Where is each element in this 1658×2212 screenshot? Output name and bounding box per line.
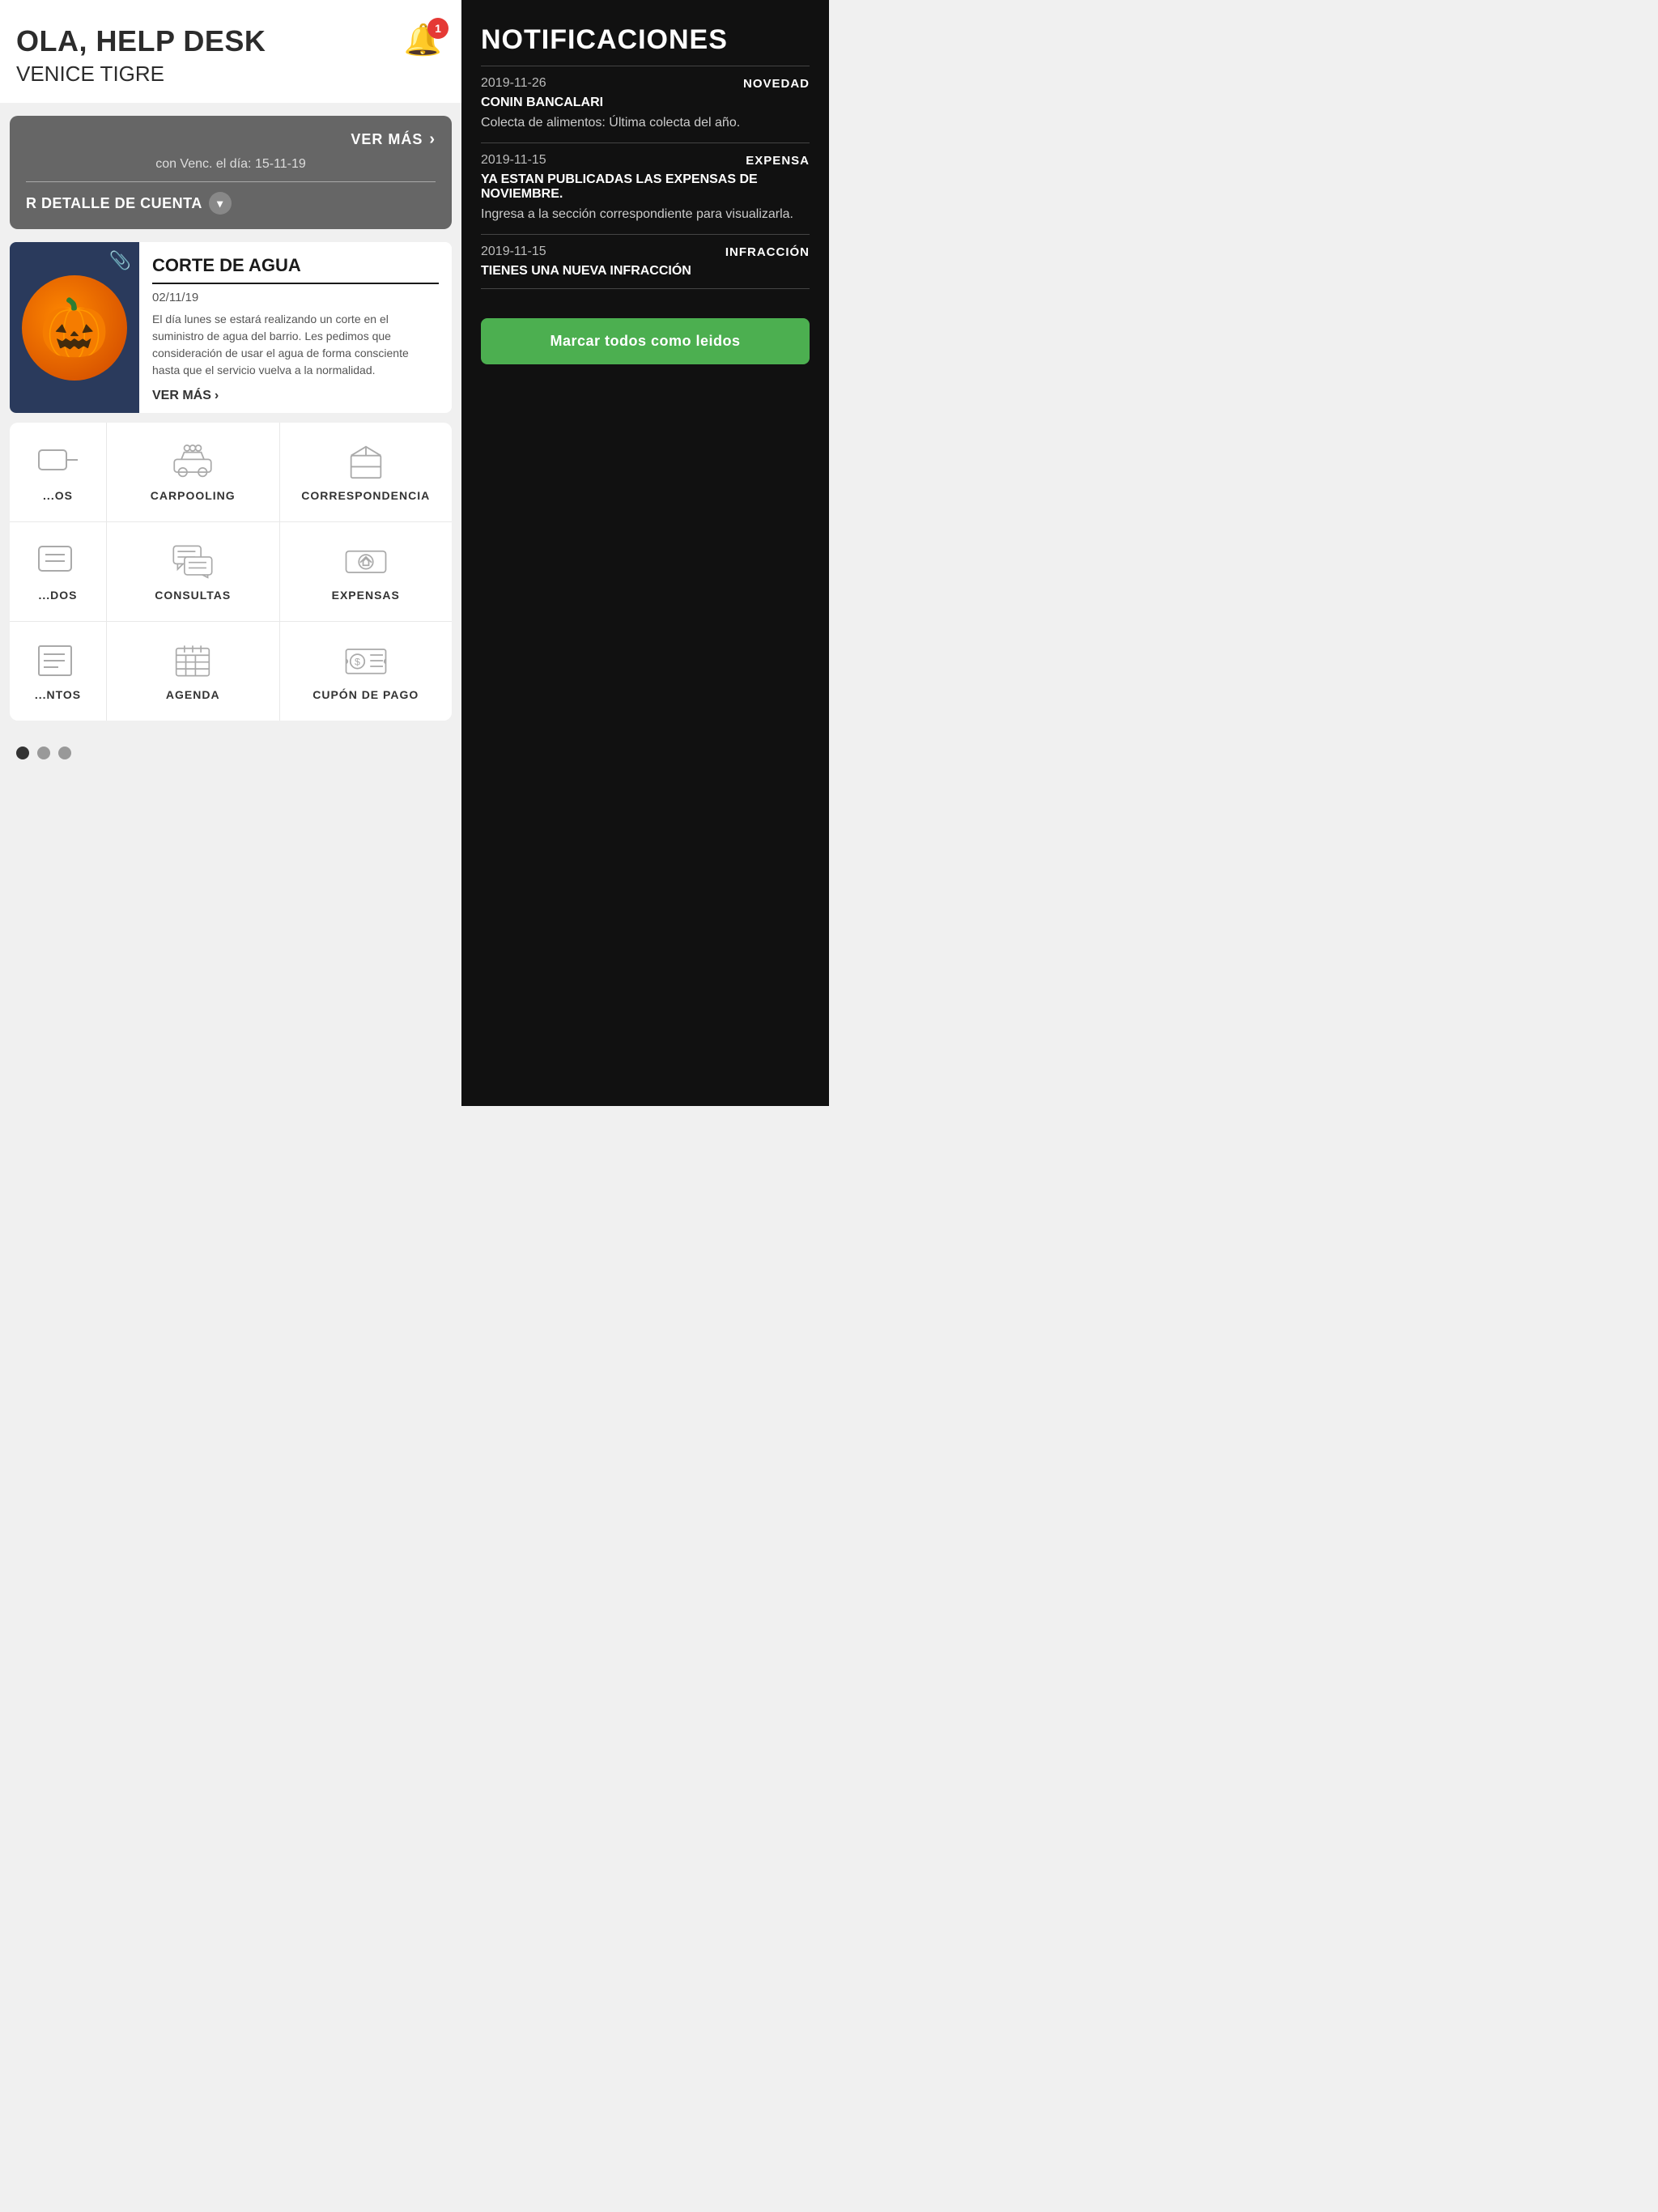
left-panel: OLA, HELP DESK VENICE TIGRE 🔔 1 VER MÁS … (0, 0, 461, 1106)
cupon-icon: $ (340, 641, 392, 680)
ver-mas-button[interactable]: VER MÁS › (26, 130, 436, 149)
grid-label-partial-2: ...DOS (38, 589, 77, 602)
svg-text:$: $ (355, 656, 360, 667)
expensas-icon (340, 542, 392, 581)
grid-label-expensas: EXPENSAS (332, 589, 400, 602)
consultas-icon (167, 542, 219, 581)
grid-label-correspondencia: CORRESPONDENCIA (301, 489, 430, 502)
carpooling-icon (167, 442, 219, 481)
venc-text: con Venc. el día: 15-11-19 (26, 157, 436, 172)
notif-sender-2: YA ESTAN PUBLICADAS LAS EXPENSAS DE NOVI… (481, 172, 810, 202)
bell-icon[interactable]: 🔔 1 (404, 23, 442, 58)
location-subtitle: VENICE TIGRE (16, 62, 445, 87)
pagination-dot-2[interactable] (37, 747, 50, 759)
notif-divider-2 (481, 234, 810, 235)
detalle-label: R DETALLE DE CUENTA (26, 195, 202, 212)
grid-cell-expensas[interactable]: EXPENSAS (280, 522, 453, 621)
news-image: 🎃 (22, 275, 127, 381)
notif-meta-3: 2019-11-15 INFRACCIÓN (481, 245, 810, 259)
pumpkin-emoji: 🎃 (39, 300, 109, 356)
notification-item-2: 2019-11-15 EXPENSA YA ESTAN PUBLICADAS L… (481, 153, 810, 224)
grid-cell-partial-3[interactable]: ...NTOS (10, 622, 107, 721)
notification-item-1: 2019-11-26 NOVEDAD CONIN BANCALARI Colec… (481, 76, 810, 133)
notification-badge: 1 (427, 18, 449, 39)
detalle-cuenta-row[interactable]: R DETALLE DE CUENTA ▾ (26, 192, 436, 215)
app-title: OLA, HELP DESK (16, 24, 445, 58)
partial-icon-3 (32, 641, 84, 680)
agenda-icon (167, 641, 219, 680)
notif-tag-3: INFRACCIÓN (725, 245, 810, 259)
grid-cell-correspondencia[interactable]: CORRESPONDENCIA (280, 423, 453, 521)
mark-all-read-button[interactable]: Marcar todos como leidos (481, 318, 810, 364)
partial-icon-1 (32, 442, 84, 481)
chevron-down-icon[interactable]: ▾ (209, 192, 232, 215)
grid-label-partial-3: ...NTOS (35, 688, 81, 701)
notif-tag-1: NOVEDAD (743, 77, 810, 91)
grid-label-carpooling: CARPOOLING (151, 489, 236, 502)
grid-cell-cupon[interactable]: $ CUPÓN DE PAGO (280, 622, 453, 721)
notif-date-3: 2019-11-15 (481, 245, 546, 259)
pagination-dot-3[interactable] (58, 747, 71, 759)
notifications-panel: NOTIFICACIONES 2019-11-26 NOVEDAD CONIN … (461, 0, 829, 1106)
notif-sender-1: CONIN BANCALARI (481, 96, 810, 110)
news-body: El día lunes se estará realizando un cor… (152, 311, 439, 379)
chevron-right-news-icon: › (215, 389, 219, 403)
divider (26, 181, 436, 182)
header-area: OLA, HELP DESK VENICE TIGRE 🔔 1 (0, 0, 461, 103)
news-image-column: 📎 🎃 (10, 242, 139, 413)
grid-cell-carpooling[interactable]: CARPOOLING (107, 423, 280, 521)
notif-divider-3 (481, 288, 810, 289)
notif-text-2: Ingresa a la sección correspondiente par… (481, 205, 810, 224)
notification-item-3: 2019-11-15 INFRACCIÓN TIENES UNA NUEVA I… (481, 245, 810, 279)
notif-meta-1: 2019-11-26 NOVEDAD (481, 76, 810, 91)
news-ver-mas-button[interactable]: VER MÁS › (152, 389, 439, 403)
grid-cell-partial-2[interactable]: ...DOS (10, 522, 107, 621)
notif-meta-2: 2019-11-15 EXPENSA (481, 153, 810, 168)
menu-grid: ...OS (10, 423, 452, 721)
grid-label-cupon: CUPÓN DE PAGO (312, 688, 419, 701)
notif-sender-3: TIENES UNA NUEVA INFRACCIÓN (481, 264, 810, 279)
grid-cell-consultas[interactable]: CONSULTAS (107, 522, 280, 621)
pagination-dots (0, 730, 461, 776)
attachment-icon: 📎 (109, 250, 131, 271)
partial-icon-2 (32, 542, 84, 581)
grid-cell-partial-1[interactable]: ...OS (10, 423, 107, 521)
grid-label-consultas: CONSULTAS (155, 589, 231, 602)
grid-label-agenda: AGENDA (166, 688, 220, 701)
notifications-title: NOTIFICACIONES (481, 24, 810, 56)
grid-label-partial-1: ...OS (43, 489, 73, 502)
news-title: CORTE DE AGUA (152, 255, 439, 284)
notif-date-1: 2019-11-26 (481, 76, 546, 91)
notif-date-2: 2019-11-15 (481, 153, 546, 168)
pagination-dot-1[interactable] (16, 747, 29, 759)
grid-row-2: ...DOS C (10, 522, 452, 622)
grid-cell-agenda[interactable]: AGENDA (107, 622, 280, 721)
account-card: VER MÁS › con Venc. el día: 15-11-19 R D… (10, 116, 452, 229)
chevron-right-icon: › (429, 130, 436, 149)
grid-row-3: ...NTOS (10, 622, 452, 721)
bell-container[interactable]: 🔔 1 (404, 23, 442, 58)
news-card: 📎 🎃 CORTE DE AGUA 02/11/19 El día lunes … (10, 242, 452, 413)
notif-text-1: Colecta de alimentos: Última colecta del… (481, 113, 810, 133)
grid-row-1: ...OS (10, 423, 452, 522)
notif-tag-2: EXPENSA (746, 154, 810, 168)
correspondencia-icon (340, 442, 392, 481)
news-content: CORTE DE AGUA 02/11/19 El día lunes se e… (139, 242, 452, 413)
news-date: 02/11/19 (152, 291, 439, 304)
